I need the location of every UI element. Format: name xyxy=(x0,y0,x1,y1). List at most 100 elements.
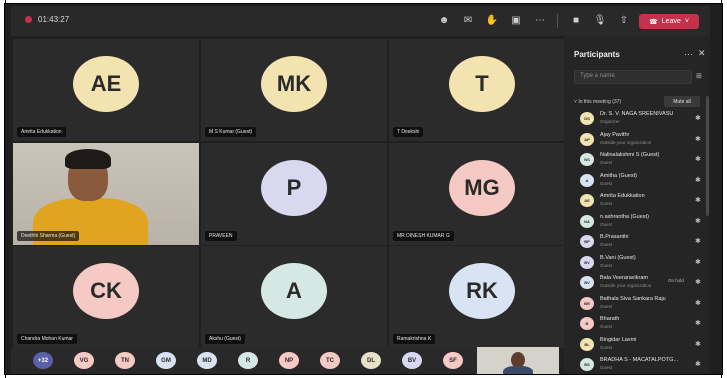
video-tile[interactable]: AE Amrita Edukkation xyxy=(13,39,199,141)
participant-avatar: BS xyxy=(580,358,594,371)
meeting-timer: 01:43:27 xyxy=(25,15,69,24)
leave-button[interactable]: ☎ Leave ˅ xyxy=(639,14,699,29)
strip-avatar[interactable]: DL xyxy=(361,352,381,369)
strip-avatar[interactable]: R xyxy=(238,352,258,369)
chevron-down-icon: ˅ xyxy=(684,18,689,25)
participant-avatar: BV xyxy=(580,276,594,289)
mic-off-icon[interactable]: ✱ xyxy=(695,340,701,348)
video-tile[interactable]: RK Ramakrishna K xyxy=(389,246,575,348)
participant-row[interactable]: B Bharath Guest ✱ xyxy=(580,315,706,333)
participant-name-tag: M S Kumar (Guest) xyxy=(205,127,257,137)
in-meeting-header[interactable]: ˅ In this meeting (37) Mute all xyxy=(574,96,704,108)
strip-avatar[interactable]: SF xyxy=(443,352,463,369)
mic-off-icon[interactable]: ✱ xyxy=(695,278,701,286)
participant-name: BRADHA S - MACATALPOTG... xyxy=(600,357,679,363)
participant-avatar: T xyxy=(449,55,515,112)
chat-icon[interactable]: ✉ xyxy=(461,14,475,28)
participant-row[interactable]: A Amitha (Guest) Guest ✱ xyxy=(580,172,706,190)
participant-row[interactable]: DS Dr. S. V. NAGA SREENIVASU Organizer ✱ xyxy=(580,110,706,128)
video-tile[interactable]: MG MR DINESH KUMAR G xyxy=(389,143,575,245)
participant-name: Bathala Siva Sankara Raju xyxy=(600,295,666,302)
camera-icon[interactable]: ■ xyxy=(569,14,583,28)
self-video-thumbnail[interactable] xyxy=(477,347,559,374)
mic-off-icon[interactable]: ✱ xyxy=(695,114,701,122)
participant-row[interactable]: BP B.Prasanthi Guest ✱ xyxy=(580,233,706,251)
mic-icon[interactable]: 🎙 xyxy=(593,14,607,28)
video-tile[interactable]: CK Chandra Mohan Kumar xyxy=(13,246,199,348)
panel-scrollbar[interactable] xyxy=(706,96,709,216)
video-tile[interactable]: A Akshu (Guest) xyxy=(201,246,387,348)
participant-name: Nalinalakshmi S (Guest) xyxy=(600,152,660,158)
phone-icon: ☎ xyxy=(649,18,658,26)
participant-name-tag: MR DINESH KUMAR G xyxy=(393,231,454,241)
toolbar-divider xyxy=(557,14,558,28)
strip-avatar[interactable]: MD xyxy=(197,352,217,369)
video-tile[interactable]: MK M S Kumar (Guest) xyxy=(201,39,387,141)
participant-name-tag: Ramakrishna K xyxy=(393,334,436,344)
mic-off-icon[interactable]: ✱ xyxy=(695,155,701,163)
participant-name-tag: Amrita Edukkation xyxy=(17,127,66,137)
strip-avatar[interactable]: VG xyxy=(74,352,94,369)
participant-search-input[interactable]: Type a name xyxy=(574,70,692,84)
participant-avatar: BL xyxy=(580,337,594,351)
participant-avatar: NS xyxy=(580,153,594,166)
participant-name: B.Vani (Guest) xyxy=(600,254,636,261)
participant-row[interactable]: BR Bathala Siva Sankara Raju Guest ✱ xyxy=(580,295,706,313)
mic-off-icon[interactable]: ✱ xyxy=(695,319,701,327)
strip-avatar[interactable]: NP xyxy=(279,352,299,369)
strip-avatar[interactable]: GM xyxy=(156,352,176,369)
mic-off-icon[interactable]: ✱ xyxy=(695,196,701,204)
participant-row[interactable]: BV Bala Veeraravikram Outside your organiz… xyxy=(580,274,706,292)
mic-off-icon[interactable]: ✱ xyxy=(695,135,701,143)
participant-status: On hold xyxy=(668,278,684,283)
mic-off-icon[interactable]: ✱ xyxy=(695,237,701,245)
participant-name: Amitha (Guest) xyxy=(600,172,637,179)
more-options-icon[interactable]: ⋯ xyxy=(684,49,693,60)
participant-role: Guest xyxy=(600,344,613,350)
participant-name-tag: Deethhi Sharma (Guest) xyxy=(17,231,80,241)
participant-name: Dr. S. V. NAGA SREENIVASU xyxy=(600,111,674,117)
more-icon[interactable]: ⋯ xyxy=(533,14,547,28)
participant-avatar: P xyxy=(261,159,327,216)
mic-off-icon[interactable]: ✱ xyxy=(695,360,701,368)
participant-avatar: BV xyxy=(580,255,594,269)
teams-window: 01:43:27 ☻ ✉ ✋ ▣ ⋯ ■ 🎙 ⇧ ☎ Leave ˅ AE Amr… xyxy=(4,3,723,375)
people-icon[interactable]: ☻ xyxy=(437,14,451,28)
participant-row[interactable]: BV B.Vani (Guest) Guest ✱ xyxy=(580,254,706,272)
participant-role: Guest xyxy=(600,160,613,165)
participant-role: Guest xyxy=(600,201,613,206)
participant-role: Outside your organization xyxy=(600,139,652,145)
participant-name: Bharath xyxy=(600,316,620,322)
more-participants-badge[interactable]: +32 xyxy=(33,352,53,369)
mute-all-button[interactable]: Mute all xyxy=(664,96,700,107)
mic-off-icon[interactable]: ✱ xyxy=(695,176,701,184)
participant-row[interactable]: BS BRADHA S - MACATALPOTG... Guest ✱ xyxy=(580,356,706,374)
participant-row[interactable]: NS Nalinalakshmi S (Guest) Guest ✱ xyxy=(580,151,706,169)
participant-role: Guest xyxy=(600,365,613,370)
video-tile[interactable]: Deethhi Sharma (Guest) xyxy=(13,143,199,245)
mic-off-icon[interactable]: ✱ xyxy=(695,217,701,225)
participant-role: Guest xyxy=(600,324,613,329)
mic-off-icon[interactable]: ✱ xyxy=(695,258,701,266)
raise-hand-icon[interactable]: ✋ xyxy=(485,14,499,28)
close-icon[interactable]: ✕ xyxy=(698,48,706,59)
participant-row[interactable]: AP Ajay Pavithr Outside your organization ✱ xyxy=(580,131,706,149)
strip-avatar[interactable]: TN xyxy=(115,352,135,369)
strip-avatar[interactable]: TC xyxy=(320,352,340,369)
participant-avatar: MK xyxy=(261,55,327,112)
person-hair xyxy=(65,149,111,169)
participant-name: Amrita Edukkation xyxy=(600,193,645,199)
strip-avatar[interactable]: BV xyxy=(402,352,422,369)
invite-icon[interactable]: ⊞ xyxy=(696,72,702,80)
mic-off-icon[interactable]: ✱ xyxy=(695,299,701,307)
rooms-icon[interactable]: ▣ xyxy=(509,14,523,28)
participant-avatar: A xyxy=(580,173,594,187)
video-tile[interactable]: T T Deekshi xyxy=(389,39,575,141)
participant-video xyxy=(13,143,199,245)
participant-row[interactable]: NA n.ashrantha (Guest) Guest ✱ xyxy=(580,213,706,231)
participant-row[interactable]: BL Bingidar Laxmi Guest ✱ xyxy=(580,336,706,354)
in-meeting-label: In this meeting (37) xyxy=(578,99,622,105)
participant-row[interactable]: AE Amrita Edukkation Guest ✱ xyxy=(580,192,706,210)
share-icon[interactable]: ⇧ xyxy=(617,14,631,28)
video-tile[interactable]: P PRAVEEN xyxy=(201,143,387,245)
